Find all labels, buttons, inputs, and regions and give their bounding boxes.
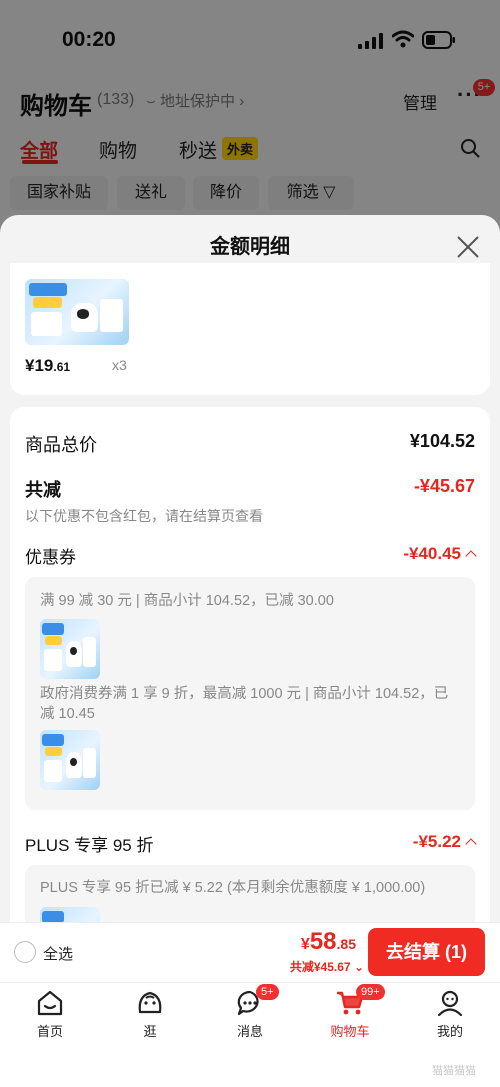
reduce-value: -¥45.67 [413, 476, 475, 496]
checkout-total: ¥58.85 [301, 928, 356, 956]
goods-total-value: ¥104.52 [409, 431, 475, 451]
select-all-radio[interactable] [14, 941, 36, 963]
reduce-label: 共减 [25, 480, 61, 500]
total-currency: ¥ [300, 936, 310, 953]
tabbar-message[interactable]: 5+ 消息 [220, 984, 280, 1040]
tabbar-profile[interactable]: 我的 [420, 988, 480, 1040]
cart-badge: 99+ [356, 984, 385, 1000]
checkout-button[interactable]: 去结算 (1) [368, 928, 485, 976]
coupon-line-2: 政府消费券满 1 享 9 折，最高减 1000 元 | 商品小计 104.52，… [40, 686, 449, 722]
watermark: 猫猫猫猫 [432, 1065, 476, 1077]
item-qty: x3 [112, 357, 127, 373]
chevron-up-icon [465, 838, 477, 850]
stroll-icon [138, 991, 162, 1014]
coupon-product-thumbnail-1 [40, 619, 100, 679]
profile-icon [437, 990, 463, 1017]
tabbar-home[interactable]: 首页 [20, 988, 80, 1040]
message-badge: 5+ [256, 984, 279, 1000]
select-all-label[interactable]: 全选 [43, 943, 73, 964]
chevron-up-icon [465, 550, 477, 562]
tabbar-label: 逛 [143, 1024, 157, 1039]
plus-label: PLUS 专享 95 折 [25, 836, 154, 855]
coupon-line-1: 满 99 减 30 元 | 商品小计 104.52，已减 30.00 [40, 593, 334, 609]
close-icon[interactable] [456, 235, 480, 259]
coupon-label: 优惠券 [25, 548, 76, 567]
coupon-value[interactable]: -¥40.45 [403, 544, 477, 564]
amount-detail-sheet: 金额明细 ¥19.61 x3 商品总价 ¥104.52 共减 -¥45.67 以… [0, 215, 500, 982]
chevron-down-icon: ⌄ [353, 960, 364, 974]
item-price: ¥19.61 [25, 356, 70, 376]
home-icon [37, 990, 63, 1016]
coupon-value-text: -¥40.45 [403, 544, 461, 563]
coupon-product-thumbnail-2 [40, 730, 100, 790]
tabbar-label: 消息 [236, 1024, 263, 1039]
saved-amount-text: 共减¥45.67 [289, 960, 351, 974]
product-thumbnail[interactable] [25, 279, 129, 345]
plus-value[interactable]: -¥5.22 [412, 832, 477, 852]
plus-value-text: -¥5.22 [412, 832, 461, 851]
tabbar-label: 我的 [436, 1024, 463, 1039]
item-price-int: ¥19 [25, 356, 54, 375]
total-dec: .85 [336, 936, 356, 952]
tabbar-label: 首页 [36, 1024, 63, 1039]
total-int: 58 [309, 928, 337, 955]
goods-total-label: 商品总价 [25, 435, 97, 455]
tabbar-stroll[interactable]: 逛 [120, 988, 180, 1040]
coupon-detail-box: 满 99 减 30 元 | 商品小计 104.52，已减 30.00 政府消费券… [25, 577, 475, 810]
reduce-note: 以下优惠不包含红包，请在结算页查看 [25, 508, 263, 524]
plus-line-1: PLUS 专享 95 折已减 ¥ 5.22 (本月剩余优惠额度 ¥ 1,000.… [40, 880, 426, 896]
tabbar-label: 购物车 [330, 1024, 370, 1039]
tabbar-cart[interactable]: 99+ 购物车 [320, 984, 385, 1040]
saved-amount[interactable]: 共减¥45.67 ⌄ [290, 958, 364, 975]
item-price-dec: .61 [53, 360, 71, 374]
